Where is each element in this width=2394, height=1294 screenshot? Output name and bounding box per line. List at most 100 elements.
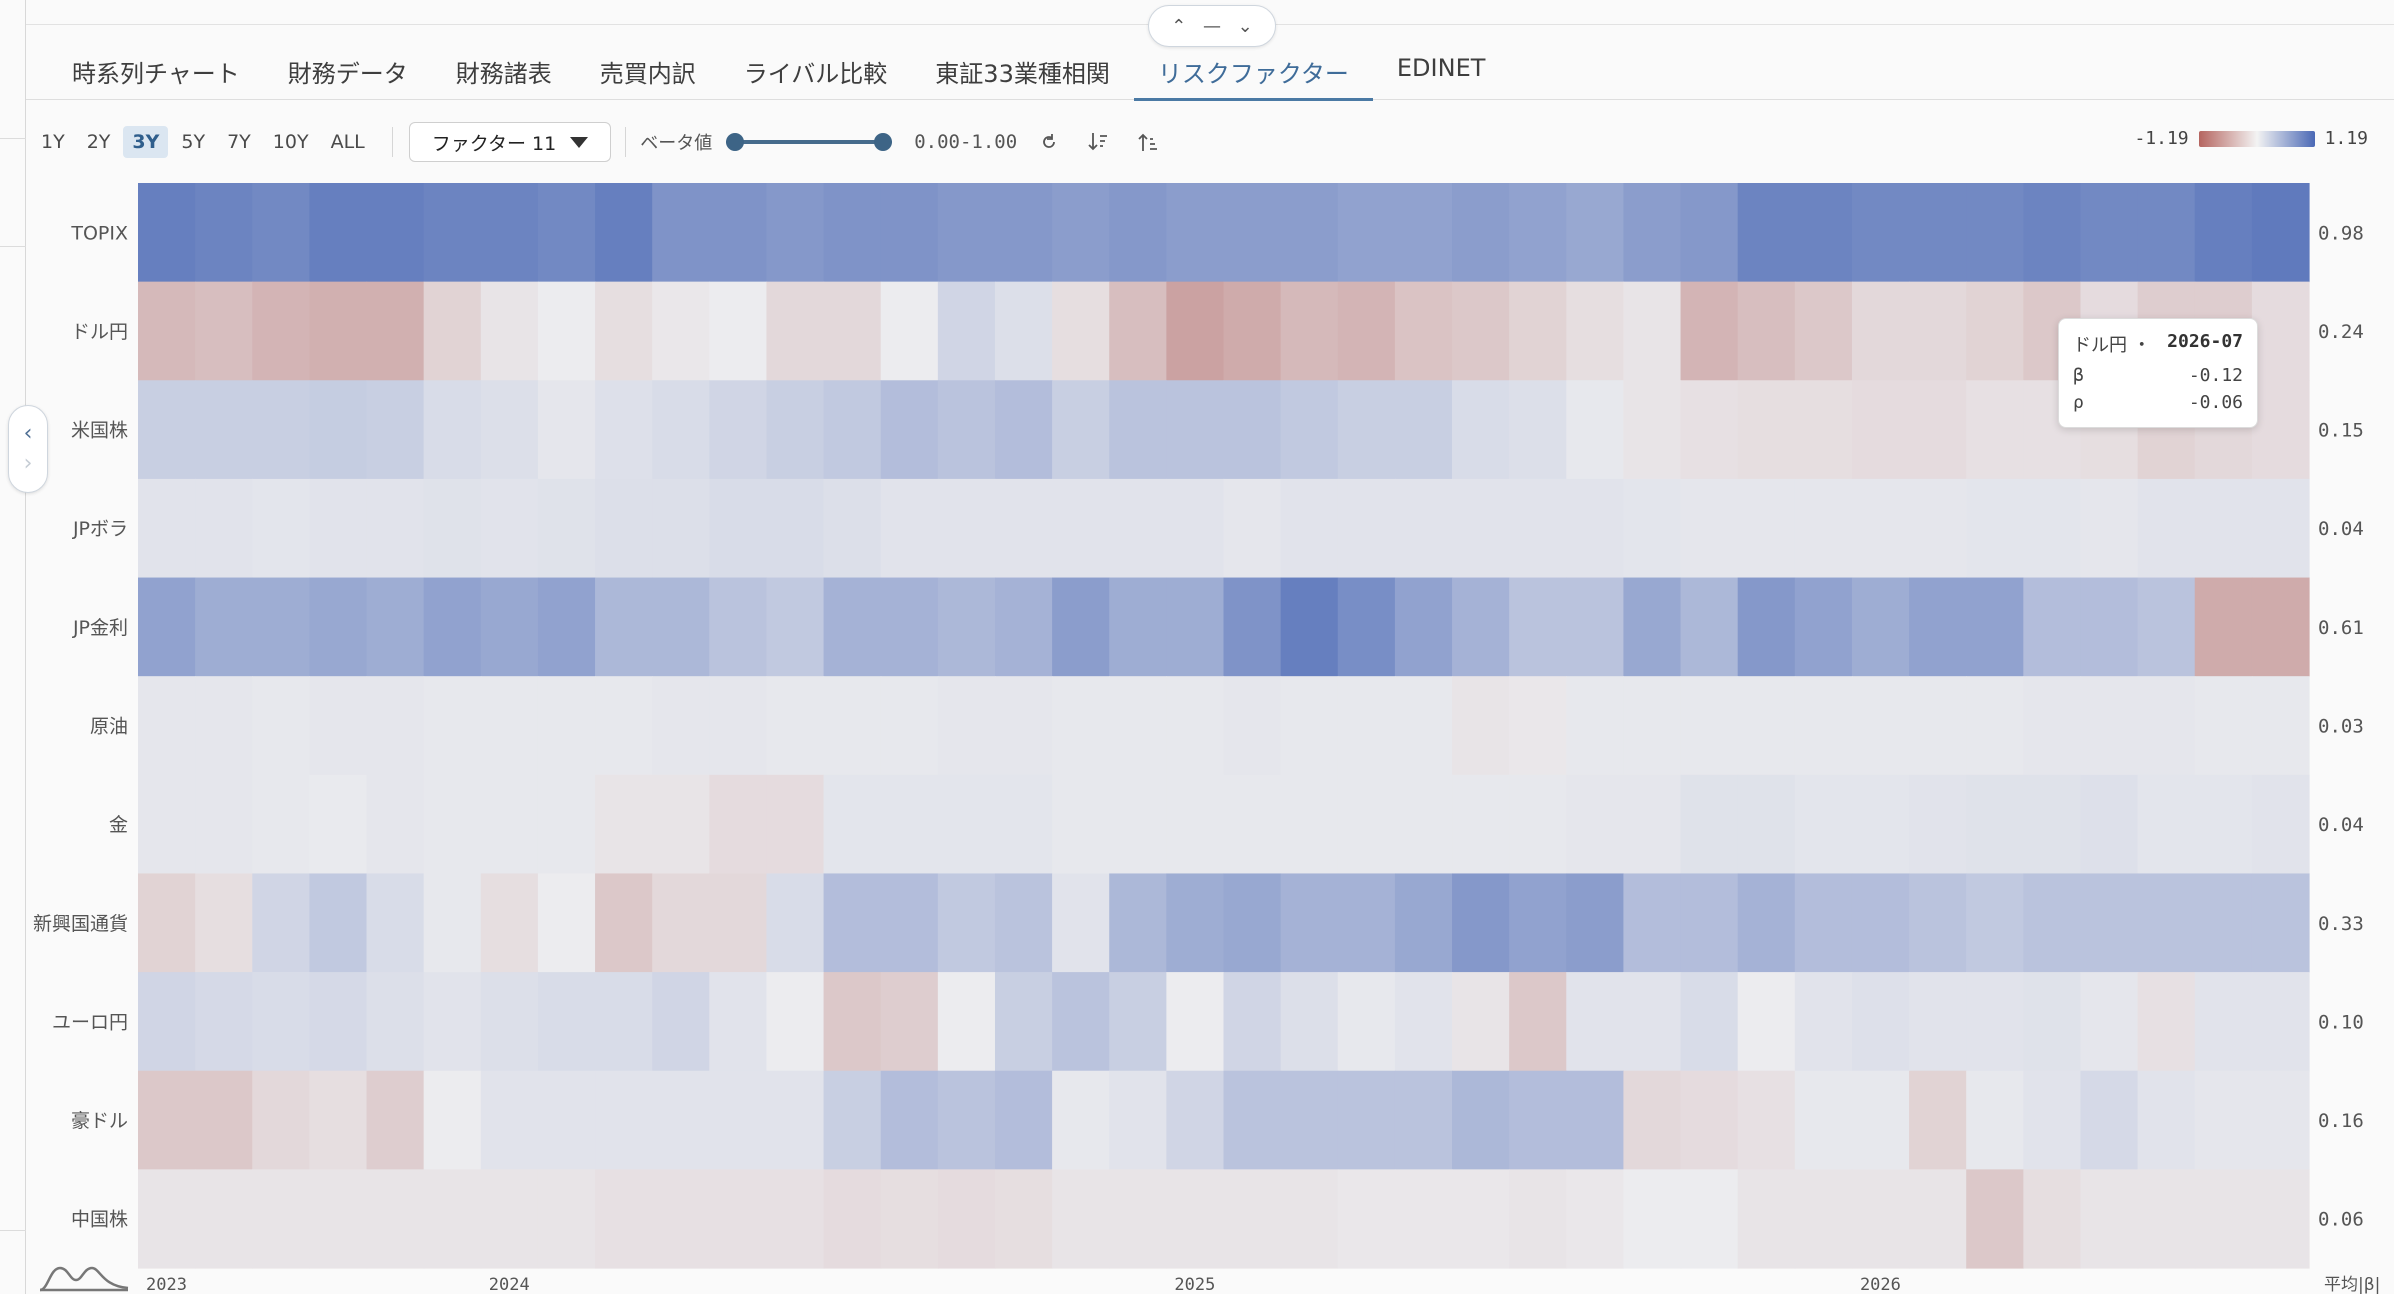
heatmap-cell[interactable] [1851, 281, 1910, 381]
heatmap-cell[interactable] [1166, 183, 1225, 283]
heatmap-cell[interactable] [937, 676, 996, 776]
heatmap-cell[interactable] [423, 972, 482, 1072]
heatmap-cell[interactable] [2251, 676, 2310, 776]
heatmap-cell[interactable] [652, 676, 710, 776]
heatmap-cell[interactable] [138, 774, 196, 875]
heatmap-cell[interactable] [480, 380, 539, 480]
heatmap-cell[interactable] [1909, 873, 1967, 973]
heatmap-cell[interactable] [1737, 1169, 1796, 1269]
heatmap-cell[interactable] [709, 478, 768, 579]
heatmap-cell[interactable] [1737, 577, 1796, 677]
heatmap-cell[interactable] [1851, 1070, 1910, 1170]
heatmap-cell[interactable] [652, 1070, 710, 1170]
heatmap-cell[interactable] [537, 281, 596, 381]
heatmap-cell[interactable] [880, 380, 939, 480]
heatmap-cell[interactable] [766, 183, 825, 283]
heatmap-cell[interactable] [480, 183, 539, 283]
heatmap-cell[interactable] [1223, 1169, 1282, 1269]
heatmap-cell[interactable] [1794, 873, 1853, 973]
heatmap-cell[interactable] [1851, 577, 1910, 677]
heatmap-cell[interactable] [1280, 676, 1339, 776]
heatmap-cell[interactable] [994, 183, 1053, 283]
heatmap-cell[interactable] [138, 281, 196, 381]
chevron-up-icon[interactable]: ⌃ [1171, 16, 1186, 37]
heatmap-cell[interactable] [2251, 577, 2310, 677]
heatmap-cell[interactable] [2137, 478, 2196, 579]
heatmap-cell[interactable] [1566, 774, 1625, 875]
heatmap-cell[interactable] [195, 676, 253, 776]
heatmap-cell[interactable] [1280, 774, 1339, 875]
heatmap-cell[interactable] [1394, 873, 1453, 973]
heatmap-cell[interactable] [1052, 774, 1110, 875]
heatmap-cell[interactable] [195, 281, 253, 381]
heatmap-cell[interactable] [537, 577, 596, 677]
heatmap-cell[interactable] [1337, 380, 1396, 480]
heatmap-cell[interactable] [2137, 873, 2196, 973]
heatmap-cell[interactable] [1337, 676, 1396, 776]
heatmap-cell[interactable] [1109, 972, 1167, 1072]
heatmap-cell[interactable] [1680, 478, 1739, 579]
heatmap-cell[interactable] [1966, 281, 2024, 381]
heatmap-cell[interactable] [1680, 281, 1739, 381]
heatmap-cell[interactable] [2023, 972, 2082, 1072]
heatmap-cell[interactable] [880, 478, 939, 579]
heatmap-cell[interactable] [1394, 1169, 1453, 1269]
sidebar-toggle[interactable]: ‹ › [8, 405, 48, 493]
heatmap-cell[interactable] [2194, 774, 2253, 875]
heatmap-cell[interactable] [1794, 183, 1853, 283]
heatmap-cell[interactable] [2137, 972, 2196, 1072]
heatmap-cell[interactable] [195, 1070, 253, 1170]
heatmap-cell[interactable] [1966, 1070, 2024, 1170]
heatmap-cell[interactable] [1337, 183, 1396, 283]
heatmap-cell[interactable] [1623, 577, 1682, 677]
heatmap-cell[interactable] [2080, 873, 2139, 973]
heatmap-cell[interactable] [195, 972, 253, 1072]
heatmap-cell[interactable] [2023, 873, 2082, 973]
heatmap-cell[interactable] [423, 577, 482, 677]
heatmap-cell[interactable] [480, 478, 539, 579]
heatmap-cell[interactable] [1623, 972, 1682, 1072]
heatmap-cell[interactable] [1851, 774, 1910, 875]
heatmap-cell[interactable] [937, 972, 996, 1072]
heatmap-cell[interactable] [252, 281, 310, 381]
heatmap-cell[interactable] [2137, 183, 2196, 283]
heatmap-cell[interactable] [1337, 281, 1396, 381]
heatmap-cell[interactable] [1909, 1070, 1967, 1170]
heatmap-cell[interactable] [423, 1070, 482, 1170]
heatmap-cell[interactable] [2137, 676, 2196, 776]
heatmap-cell[interactable] [2194, 676, 2253, 776]
heatmap-cell[interactable] [366, 1070, 425, 1170]
heatmap-cell[interactable] [195, 380, 253, 480]
heatmap-cell[interactable] [1280, 478, 1339, 579]
heatmap-cell[interactable] [1566, 676, 1625, 776]
heatmap-cell[interactable] [138, 183, 196, 283]
heatmap-cell[interactable] [366, 577, 425, 677]
heatmap-cell[interactable] [709, 183, 768, 283]
chevron-right-icon[interactable]: › [24, 453, 33, 475]
heatmap-cell[interactable] [709, 676, 768, 776]
heatmap-cell[interactable] [994, 873, 1053, 973]
heatmap-cell[interactable] [1737, 380, 1796, 480]
heatmap-cell[interactable] [880, 1070, 939, 1170]
heatmap-cell[interactable] [2194, 972, 2253, 1072]
heatmap-cell[interactable] [1166, 281, 1225, 381]
heatmap-cell[interactable] [1680, 972, 1739, 1072]
heatmap-cell[interactable] [994, 774, 1053, 875]
heatmap-cell[interactable] [480, 1169, 539, 1269]
heatmap-cell[interactable] [1166, 972, 1225, 1072]
heatmap-cell[interactable] [1509, 972, 1567, 1072]
heatmap-cell[interactable] [537, 1070, 596, 1170]
heatmap-cell[interactable] [1052, 972, 1110, 1072]
heatmap-cell[interactable] [766, 1169, 825, 1269]
heatmap-cell[interactable] [1223, 380, 1282, 480]
heatmap-cell[interactable] [2023, 577, 2082, 677]
heatmap-cell[interactable] [1966, 972, 2024, 1072]
heatmap-cell[interactable] [709, 380, 768, 480]
heatmap-cell[interactable] [1394, 281, 1453, 381]
heatmap-cell[interactable] [2023, 1169, 2082, 1269]
heatmap-cell[interactable] [1966, 1169, 2024, 1269]
heatmap-cell[interactable] [423, 676, 482, 776]
heatmap-cell[interactable] [766, 577, 825, 677]
heatmap-cell[interactable] [537, 774, 596, 875]
heatmap-cell[interactable] [1394, 380, 1453, 480]
